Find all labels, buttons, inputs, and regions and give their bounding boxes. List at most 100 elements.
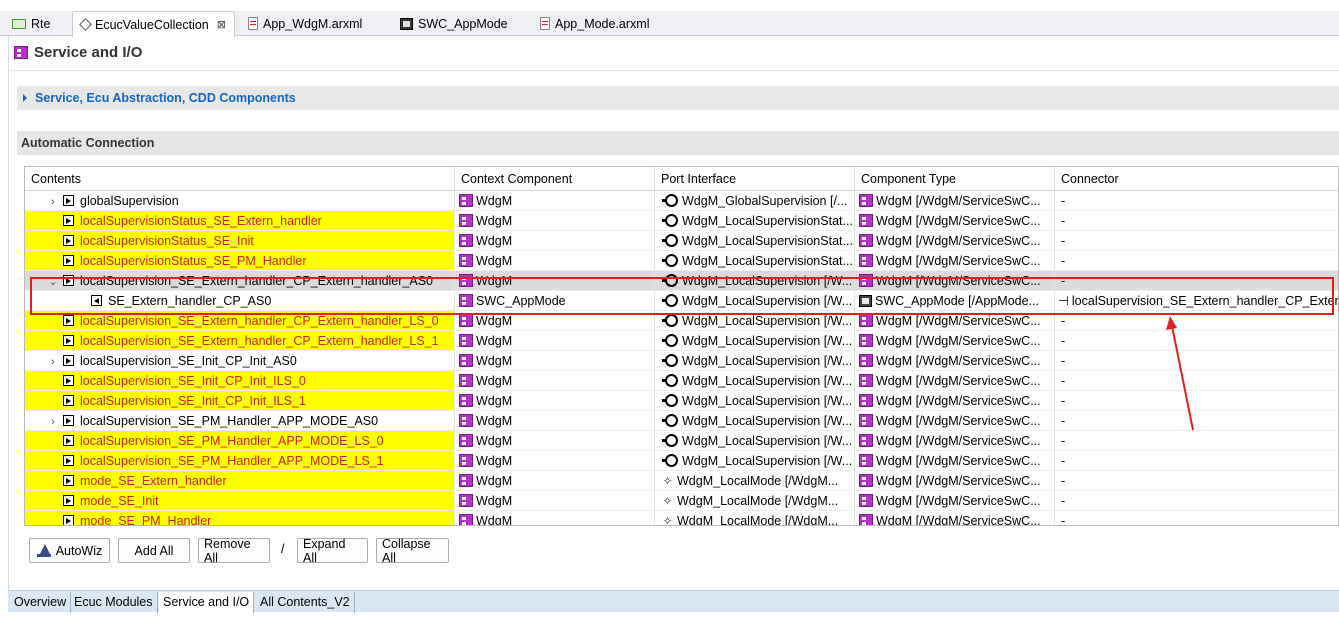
column-header-component-type[interactable]: Component Type <box>855 167 1055 191</box>
contents-cell[interactable]: localSupervisionStatus_SE_PM_Handler <box>25 251 455 271</box>
connection-tree-table[interactable]: Contents Context Component Port Interfac… <box>24 166 1339 526</box>
contents-cell[interactable]: localSupervision_SE_Init_CP_Init_ILS_1 <box>25 391 455 411</box>
contents-cell[interactable]: mode_SE_Init <box>25 491 455 511</box>
connector-cell: - <box>1055 211 1338 231</box>
tab-label: App_Mode.arxml <box>555 16 650 31</box>
add-all-button[interactable]: Add All <box>118 538 190 563</box>
contents-cell[interactable]: localSupervision_SE_PM_Handler_APP_MODE_… <box>25 431 455 451</box>
connector-text: - <box>1061 454 1066 468</box>
table-row[interactable]: localSupervision_SE_Init_CP_Init_ILS_1 Wd… <box>25 391 1338 411</box>
component-type-cell: WdgM [/WdgM/ServiceSwC... <box>855 451 1055 471</box>
section-label[interactable]: Service, Ecu Abstraction, CDD Components <box>35 91 296 105</box>
table-row[interactable]: mode_SE_PM_Handler WdgM ✧ WdgM_LocalMode [/… <box>25 511 1338 526</box>
expand-chevron-icon[interactable]: › <box>47 352 59 370</box>
table-row[interactable]: localSupervisionStatus_SE_Extern_handler… <box>25 211 1338 231</box>
autowiz-button[interactable]: AutoWiz <box>29 538 110 563</box>
table-row[interactable]: localSupervision_SE_PM_Handler_APP_MODE_… <box>25 431 1338 451</box>
contents-cell[interactable]: › localSupervision_SE_PM_Handler_APP_MODE… <box>25 411 455 431</box>
port-interface-cell: WdgM_GlobalSupervision [/... <box>655 191 855 211</box>
port-interface-cell: WdgM_LocalSupervision [/W... <box>655 371 855 391</box>
contents-cell[interactable]: mode_SE_PM_Handler <box>25 511 455 526</box>
contents-cell[interactable]: localSupervisionStatus_SE_Extern_handler <box>25 211 455 231</box>
expand-all-button[interactable]: Expand All <box>297 537 368 565</box>
service-component-icon <box>859 454 873 467</box>
contents-cell[interactable]: › localSupervision_SE_Init_CP_Init_AS0 <box>25 351 455 371</box>
column-header-context-component[interactable]: Context Component <box>455 167 655 191</box>
service-component-icon <box>859 354 873 367</box>
port-interface-text: WdgM_LocalMode [/WdgM... <box>677 514 839 526</box>
section-automatic-connection: Automatic Connection <box>17 131 1339 155</box>
contents-cell[interactable]: localSupervision_SE_Extern_handler_CP_Ex… <box>25 331 455 351</box>
port-name: localSupervisionStatus_SE_Extern_handler <box>80 214 322 228</box>
close-icon[interactable]: ⊠ <box>217 18 226 31</box>
port-interface-text: WdgM_GlobalSupervision [/... <box>682 194 848 208</box>
column-header-connector[interactable]: Connector <box>1055 167 1338 191</box>
section-label: Automatic Connection <box>21 136 155 150</box>
table-row[interactable]: › localSupervision_SE_Init_CP_Init_AS0 Wdg… <box>25 351 1338 371</box>
tab-app-mode-arxml[interactable]: App_Mode.arxml <box>532 11 658 36</box>
component-type-cell: WdgM [/WdgM/ServiceSwC... <box>855 211 1055 231</box>
connector-cell: - <box>1055 371 1338 391</box>
contents-cell[interactable]: localSupervision_SE_Init_CP_Init_ILS_0 <box>25 371 455 391</box>
connector-text: - <box>1061 354 1066 368</box>
expand-arrow-icon[interactable] <box>23 94 27 102</box>
port-name: globalSupervision <box>80 194 179 208</box>
table-row[interactable]: localSupervisionStatus_SE_Init WdgM WdgM_L… <box>25 231 1338 251</box>
context-component-text: WdgM <box>476 334 513 348</box>
tab-label: App_WdgM.arxml <box>263 16 363 31</box>
tab-app-wdgm-arxml[interactable]: App_WdgM.arxml <box>240 11 370 36</box>
table-row[interactable]: › localSupervision_SE_PM_Handler_APP_MODE… <box>25 411 1338 431</box>
component-type-text: WdgM [/WdgM/ServiceSwC... <box>876 494 1041 508</box>
tab-all-contents-v2[interactable]: All Contents_V2 <box>256 592 355 613</box>
rte-icon <box>12 18 26 29</box>
tab-swc-appmode[interactable]: SWC_AppMode <box>392 11 516 36</box>
table-row[interactable]: mode_SE_Extern_handler WdgM ✧ WdgM_LocalMod… <box>25 471 1338 491</box>
contents-cell[interactable]: mode_SE_Extern_handler <box>25 471 455 491</box>
table-row[interactable]: localSupervision_SE_Init_CP_Init_ILS_0 Wd… <box>25 371 1338 391</box>
contents-cell[interactable]: localSupervisionStatus_SE_Init <box>25 231 455 251</box>
contents-cell[interactable]: localSupervision_SE_PM_Handler_APP_MODE_… <box>25 451 455 471</box>
port-name: mode_SE_Extern_handler <box>80 474 227 488</box>
component-type-cell: WdgM [/WdgM/ServiceSwC... <box>855 411 1055 431</box>
expand-chevron-icon[interactable]: › <box>47 192 59 210</box>
connector-text: - <box>1061 394 1066 408</box>
component-type-text: WdgM [/WdgM/ServiceSwC... <box>876 454 1041 468</box>
tab-rte[interactable]: Rte <box>4 11 58 36</box>
port-interface-text: WdgM_LocalMode [/WdgM... <box>677 474 839 488</box>
table-row[interactable]: localSupervisionStatus_SE_PM_Handler WdgM… <box>25 251 1338 271</box>
connector-cell: - <box>1055 411 1338 431</box>
remove-all-button[interactable]: Remove All <box>198 537 270 565</box>
tab-label: EcucValueCollection <box>95 17 209 32</box>
tab-service-and-io[interactable]: Service and I/O <box>159 592 255 613</box>
collapse-all-button[interactable]: Collapse All <box>376 537 449 565</box>
expand-chevron-icon[interactable]: › <box>47 412 59 430</box>
table-row[interactable]: localSupervision_SE_PM_Handler_APP_MODE_… <box>25 451 1338 471</box>
contents-cell[interactable]: › globalSupervision <box>25 191 455 211</box>
context-component-text: WdgM <box>476 454 513 468</box>
section-service-ecu-abstraction[interactable]: Service, Ecu Abstraction, CDD Components <box>17 86 1339 110</box>
component-icon <box>459 334 473 347</box>
tab-ecuc-modules[interactable]: Ecuc Modules <box>70 592 158 613</box>
tab-overview[interactable]: Overview <box>10 592 72 613</box>
port-name: localSupervision_SE_PM_Handler_APP_MODE_… <box>80 434 384 448</box>
context-component-cell: WdgM <box>455 511 655 525</box>
port-name: mode_SE_PM_Handler <box>80 514 212 526</box>
port-interface-text: WdgM_LocalSupervision [/W... <box>682 414 853 428</box>
connector-cell: - <box>1055 471 1338 491</box>
port-interface-text: WdgM_LocalSupervision [/W... <box>682 314 853 328</box>
table-row[interactable]: › globalSupervision WdgM WdgM_GlobalSupervi… <box>25 191 1338 211</box>
context-component-cell: WdgM <box>455 191 655 211</box>
tab-ecuc-value-collection[interactable]: EcucValueCollection ⊠ <box>72 11 235 37</box>
column-header-port-interface[interactable]: Port Interface <box>655 167 855 191</box>
component-type-text: WdgM [/WdgM/ServiceSwC... <box>876 234 1041 248</box>
tab-label: SWC_AppMode <box>418 16 508 31</box>
service-component-icon <box>859 334 873 347</box>
column-header-contents[interactable]: Contents <box>25 167 455 191</box>
component-icon <box>459 494 473 507</box>
editor-border <box>8 36 9 592</box>
table-row[interactable]: mode_SE_Init WdgM ✧ WdgM_LocalMode [/WdgM..… <box>25 491 1338 511</box>
provided-port-icon <box>63 415 74 426</box>
sender-receiver-icon <box>662 454 678 467</box>
table-row[interactable]: localSupervision_SE_Extern_handler_CP_Ex… <box>25 331 1338 351</box>
editor-tab-bar: Rte EcucValueCollection ⊠ App_WdgM.arxml… <box>0 11 1339 37</box>
